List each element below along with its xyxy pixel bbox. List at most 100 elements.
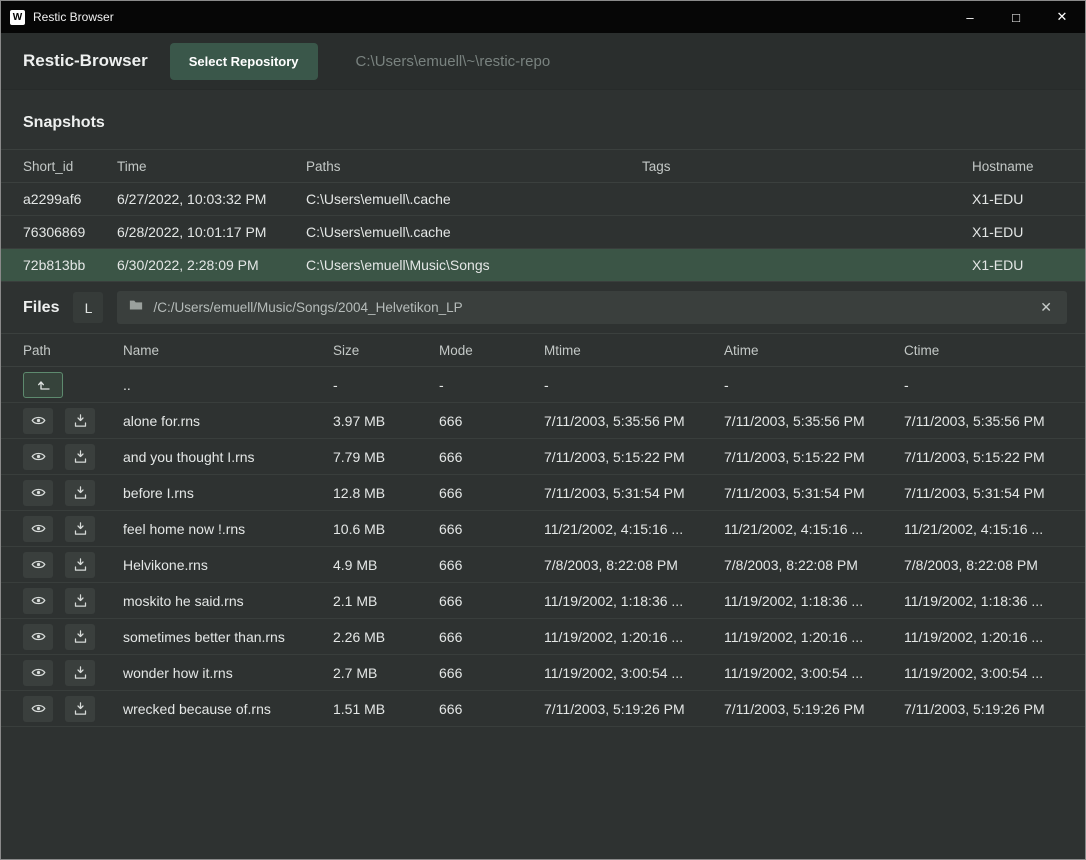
snapshot-paths: C:\Users\emuell\.cache <box>306 224 642 240</box>
column-header-paths: Paths <box>306 159 642 174</box>
file-row-actions <box>23 588 123 614</box>
snapshot-time: 6/28/2022, 10:01:17 PM <box>117 224 306 240</box>
snapshot-time: 6/30/2022, 2:28:09 PM <box>117 257 306 273</box>
titlebar[interactable]: W Restic Browser – □ ✕ <box>1 1 1085 33</box>
preview-file-button[interactable] <box>23 480 53 506</box>
download-file-button[interactable] <box>65 516 95 542</box>
file-ctime: 11/19/2002, 1:20:16 ... <box>904 629 1063 645</box>
file-atime: 7/11/2003, 5:19:26 PM <box>724 701 904 717</box>
preview-file-button[interactable] <box>23 588 53 614</box>
column-header-atime: Atime <box>724 343 904 358</box>
file-mtime: 11/19/2002, 1:20:16 ... <box>544 629 724 645</box>
file-mode: 666 <box>439 629 544 645</box>
file-mtime: 7/11/2003, 5:31:54 PM <box>544 485 724 501</box>
download-file-button[interactable] <box>65 660 95 686</box>
preview-file-button[interactable] <box>23 408 53 434</box>
snapshot-row[interactable]: a2299af6 6/27/2022, 10:03:32 PM C:\Users… <box>1 183 1085 216</box>
file-size: 10.6 MB <box>333 521 439 537</box>
file-atime: 7/11/2003, 5:35:56 PM <box>724 413 904 429</box>
files-path-bar[interactable]: /C:/Users/emuell/Music/Songs/2004_Helvet… <box>117 291 1067 324</box>
file-name: wrecked because of.rns <box>123 701 333 717</box>
maximize-button[interactable]: □ <box>993 1 1039 33</box>
file-size: 3.97 MB <box>333 413 439 429</box>
file-atime: 11/19/2002, 1:18:36 ... <box>724 593 904 609</box>
file-name: moskito he said.rns <box>123 593 333 609</box>
download-file-button[interactable] <box>65 588 95 614</box>
file-mtime: 11/19/2002, 3:00:54 ... <box>544 665 724 681</box>
column-header-time: Time <box>117 159 306 174</box>
app-window: W Restic Browser – □ ✕ Restic-Browser Se… <box>0 0 1086 860</box>
file-row: Helvikone.rns 4.9 MB 666 7/8/2003, 8:22:… <box>1 547 1085 583</box>
file-mtime: 11/19/2002, 1:18:36 ... <box>544 593 724 609</box>
go-up-button[interactable] <box>23 372 63 398</box>
file-name: wonder how it.rns <box>123 665 333 681</box>
download-file-button[interactable] <box>65 444 95 470</box>
parent-dir-atime: - <box>724 377 904 393</box>
file-ctime: 7/11/2003, 5:31:54 PM <box>904 485 1063 501</box>
preview-file-button[interactable] <box>23 660 53 686</box>
app-logo-icon: W <box>10 10 25 25</box>
parent-dir-mode: - <box>439 377 544 393</box>
download-file-button[interactable] <box>65 408 95 434</box>
preview-file-button[interactable] <box>23 444 53 470</box>
preview-file-button[interactable] <box>23 624 53 650</box>
minimize-button[interactable]: – <box>947 1 993 33</box>
download-file-button[interactable] <box>65 552 95 578</box>
file-atime: 7/8/2003, 8:22:08 PM <box>724 557 904 573</box>
window-title: Restic Browser <box>33 10 114 24</box>
snapshot-paths: C:\Users\emuell\.cache <box>306 191 642 207</box>
file-row: before I.rns 12.8 MB 666 7/11/2003, 5:31… <box>1 475 1085 511</box>
file-mode: 666 <box>439 557 544 573</box>
file-size: 12.8 MB <box>333 485 439 501</box>
window-controls: – □ ✕ <box>947 1 1085 33</box>
parent-dir-name: .. <box>123 377 333 393</box>
files-l-button[interactable]: L <box>73 292 103 323</box>
snapshots-table-header: Short_id Time Paths Tags Hostname <box>1 149 1085 183</box>
file-mtime: 7/8/2003, 8:22:08 PM <box>544 557 724 573</box>
file-size: 7.79 MB <box>333 449 439 465</box>
clear-path-icon[interactable]: ✕ <box>1037 299 1055 316</box>
snapshots-table: Short_id Time Paths Tags Hostname a2299a… <box>1 149 1085 282</box>
snapshots-section-title: Snapshots <box>1 90 1085 149</box>
file-atime: 7/11/2003, 5:31:54 PM <box>724 485 904 501</box>
file-ctime: 7/11/2003, 5:19:26 PM <box>904 701 1063 717</box>
file-ctime: 7/8/2003, 8:22:08 PM <box>904 557 1063 573</box>
file-size: 2.26 MB <box>333 629 439 645</box>
file-name: feel home now !.rns <box>123 521 333 537</box>
app-header: Restic-Browser Select Repository C:\User… <box>1 33 1085 90</box>
download-file-button[interactable] <box>65 480 95 506</box>
download-file-button[interactable] <box>65 696 95 722</box>
file-mode: 666 <box>439 485 544 501</box>
parent-dir-ctime: - <box>904 377 1063 393</box>
preview-file-button[interactable] <box>23 552 53 578</box>
snapshot-hostname: X1-EDU <box>972 224 1063 240</box>
file-row-actions <box>23 516 123 542</box>
file-row: wrecked because of.rns 1.51 MB 666 7/11/… <box>1 691 1085 727</box>
file-row-actions <box>23 660 123 686</box>
column-header-short-id: Short_id <box>23 159 117 174</box>
file-mode: 666 <box>439 521 544 537</box>
preview-file-button[interactable] <box>23 516 53 542</box>
file-name: Helvikone.rns <box>123 557 333 573</box>
file-name: alone for.rns <box>123 413 333 429</box>
file-ctime: 11/19/2002, 3:00:54 ... <box>904 665 1063 681</box>
snapshot-row[interactable]: 72b813bb 6/30/2022, 2:28:09 PM C:\Users\… <box>1 249 1085 282</box>
snapshot-row[interactable]: 76306869 6/28/2022, 10:01:17 PM C:\Users… <box>1 216 1085 249</box>
files-table: Path Name Size Mode Mtime Atime Ctime ..… <box>1 333 1085 727</box>
file-mode: 666 <box>439 413 544 429</box>
snapshot-paths: C:\Users\emuell\Music\Songs <box>306 257 642 273</box>
file-row: and you thought I.rns 7.79 MB 666 7/11/2… <box>1 439 1085 475</box>
close-button[interactable]: ✕ <box>1039 1 1085 33</box>
file-ctime: 7/11/2003, 5:15:22 PM <box>904 449 1063 465</box>
file-row-actions <box>23 444 123 470</box>
file-atime: 11/19/2002, 3:00:54 ... <box>724 665 904 681</box>
column-header-size: Size <box>333 343 439 358</box>
preview-file-button[interactable] <box>23 696 53 722</box>
column-header-ctime: Ctime <box>904 343 1063 358</box>
file-mtime: 7/11/2003, 5:15:22 PM <box>544 449 724 465</box>
file-mode: 666 <box>439 701 544 717</box>
download-file-button[interactable] <box>65 624 95 650</box>
file-row: sometimes better than.rns 2.26 MB 666 11… <box>1 619 1085 655</box>
file-row: feel home now !.rns 10.6 MB 666 11/21/20… <box>1 511 1085 547</box>
select-repository-button[interactable]: Select Repository <box>170 43 318 80</box>
